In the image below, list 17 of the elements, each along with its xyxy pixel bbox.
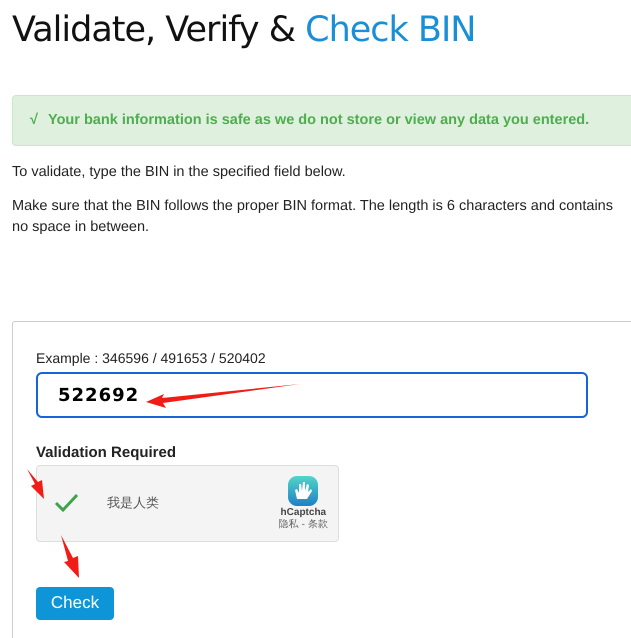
captcha-link[interactable]: 条款	[308, 519, 328, 531]
annotation-arrow	[61, 535, 79, 578]
page-title: Validate, Verify & Check BIN	[12, 9, 476, 52]
link-separator: -	[302, 519, 305, 531]
captcha-brand: hCaptcha	[280, 507, 326, 519]
captcha-label: 我是人类	[107, 494, 160, 512]
check-icon: √	[30, 110, 38, 132]
annotation-arrow	[27, 469, 44, 499]
instruction-text: To validate, type the BIN in the specified field below.	[12, 163, 347, 182]
instruction-text: Make sure that the BIN follows the proper BIN format. The length is 6 characters and contains no space in between.	[12, 197, 614, 237]
validation-label: Validation Required	[36, 443, 178, 463]
hand-logo-icon	[287, 475, 320, 507]
captcha-link[interactable]: 隐私	[278, 519, 299, 531]
bin-input-field[interactable]: 522692	[36, 372, 588, 418]
alert-text: Your bank information is safe as we do not store or view any data you entered.	[48, 110, 590, 130]
check-button[interactable]: Check	[36, 586, 114, 620]
example-label: Example : 346596 / 491653 / 520402	[36, 349, 267, 368]
